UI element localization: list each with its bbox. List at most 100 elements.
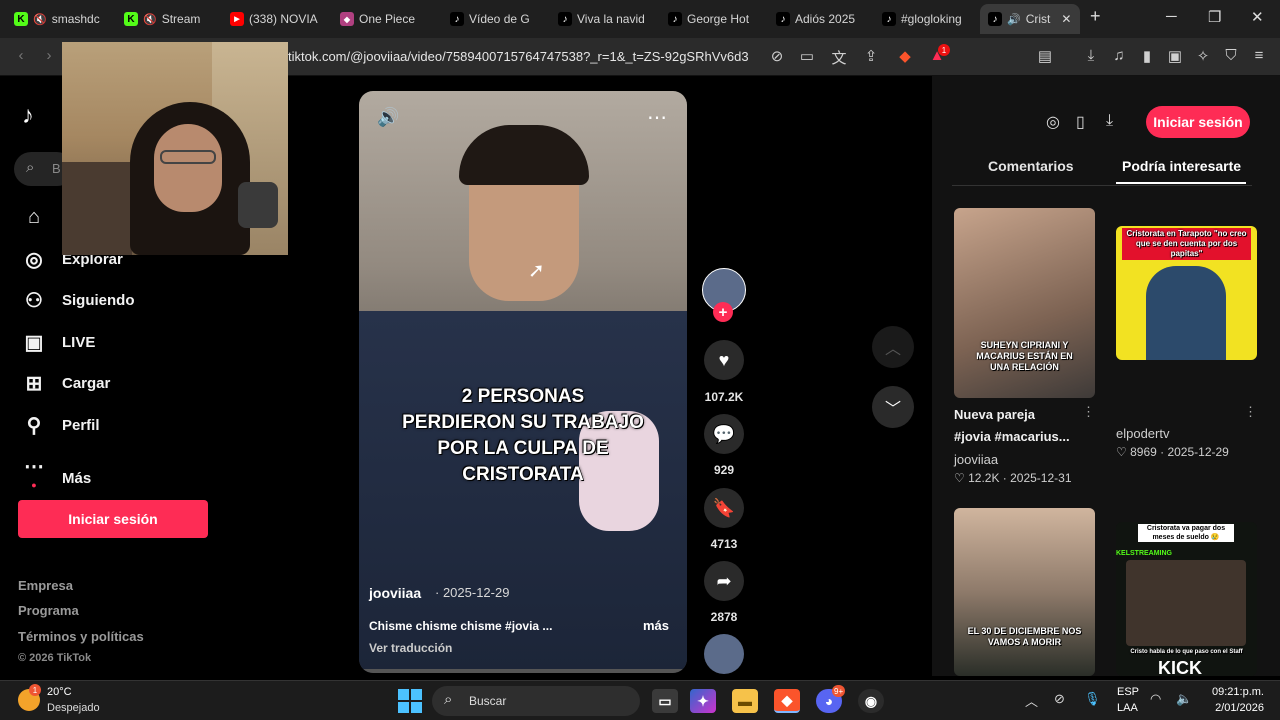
kick-icon: K [14,12,28,26]
share-icon[interactable]: ➦ [704,561,744,601]
leo-ai-icon[interactable]: ✧ [1194,47,1212,65]
cursor-icon: ➚ [528,260,545,282]
video-thumbnail[interactable]: Cristorata va pagar dos meses de sueldo … [1116,522,1257,676]
login-button[interactable]: Iniciar sesión [18,500,208,538]
file-explorer-icon[interactable]: ▬ [732,689,758,713]
microphone-icon[interactable]: 🎙 [1084,691,1101,707]
follow-plus-icon[interactable]: + [713,302,733,322]
tiktok-logo-icon[interactable]: ♪ [22,102,34,130]
browser-tab[interactable]: K 🔇 smashdc [14,4,118,34]
card-author[interactable]: jooviiaa [954,452,998,467]
download-icon[interactable]: ⤓ [1082,47,1100,64]
nav-cargar[interactable]: ⊞ Cargar [22,371,111,396]
previous-video-icon[interactable]: ︿ [872,326,914,368]
speaker-icon[interactable]: 🔈 [1176,691,1192,707]
forward-icon[interactable]: › [40,47,58,64]
card-author[interactable]: elpodertv [1116,426,1169,441]
translate-icon[interactable]: 文 [830,47,848,68]
browser-tab[interactable]: ♪ Adiós 2025 [776,4,872,34]
tab-podria-interesarte[interactable]: Podría interesarte [1122,158,1241,174]
panel-icon[interactable]: ▮ [1138,47,1156,65]
music-icon[interactable]: ♫ [1110,47,1128,64]
browser-tab[interactable]: ◆ One Piece [340,4,440,34]
windows-start-icon[interactable] [398,689,422,713]
card-title[interactable]: #jovia #macarius... [954,426,1070,447]
lang-line1[interactable]: ESP [1117,686,1139,698]
card-more-icon[interactable]: ⋮ [1082,404,1095,420]
nav-label: Más [62,469,92,487]
browser-tab[interactable]: ♪ George Hot [668,4,766,34]
copilot-icon[interactable]: ✦ [690,689,716,713]
url-field[interactable]: tiktok.com/@jooviiaa/video/7589400715764… [288,49,749,64]
browser-tab-active[interactable]: ♪ 🔊 Crist ✕ [980,4,1080,34]
webcam-overlay [62,42,288,255]
taskbar-search[interactable]: ⌕ Buscar [432,686,640,716]
login-button-top[interactable]: Iniciar sesión [1146,106,1250,138]
cast-icon[interactable]: ▭ [798,47,816,65]
tab-title: (338) NOVIA [249,12,318,26]
tab-title: George Hot [687,12,750,26]
network-icon[interactable]: ⊘ [1054,691,1065,707]
wifi-icon[interactable]: ◠ [1150,691,1161,707]
more-link[interactable]: más [643,618,669,633]
nav-mas[interactable]: ⋯● Más [22,454,91,502]
bookmark-icon[interactable]: 🔖 [704,488,744,528]
footer-link[interactable]: Empresa [18,578,73,593]
video-caption-line: PERDIERON SU TRABAJO [402,412,644,433]
video-thumbnail[interactable]: Cristorata en Tarapoto "no creo que se d… [1116,226,1257,360]
translate-link[interactable]: Ver traducción [369,641,452,655]
maximize-icon[interactable]: ❐ [1208,8,1221,26]
next-video-icon[interactable]: ﹀ [872,386,914,428]
nav-live[interactable]: ▣ LIVE [22,330,96,355]
footer-link[interactable]: Términos y políticas [18,629,144,644]
new-tab-icon[interactable]: + [1090,6,1101,27]
clock-time[interactable]: 09:21:p.m. [1206,686,1264,698]
lang-line2[interactable]: LAA [1117,702,1138,714]
video-author[interactable]: jooviiaa [369,585,421,601]
video-player[interactable]: 🔊 ⋯ 2 PERSONAS PERDIERON SU TRABAJO POR … [359,91,687,673]
sound-disc-icon[interactable] [704,634,744,674]
vpn-icon[interactable]: ⛉ [1222,47,1240,64]
browser-tab[interactable]: ♪ Viva la navid [558,4,656,34]
card-title[interactable]: Nueva pareja [954,404,1035,425]
like-icon[interactable]: ♥ [704,340,744,380]
minimize-icon[interactable]: ─ [1166,8,1177,25]
task-view-icon[interactable]: ▭ [652,689,678,713]
browser-tab[interactable]: ♪ #glogloking [882,4,972,34]
nav-perfil[interactable]: ⚲ Perfil [22,413,100,438]
explore-icon[interactable]: ◎ [1046,112,1060,132]
live-icon: ▣ [24,332,44,354]
obs-icon[interactable]: ◉ [858,689,884,713]
nav-siguiendo[interactable]: ⚇ Siguiendo [22,288,134,313]
nav-home[interactable]: ⌂ [22,206,46,229]
browser-tab[interactable]: ▶ (338) NOVIA [230,4,334,34]
more-options-icon[interactable]: ⋯ [647,105,668,130]
video-progress[interactable] [359,669,687,673]
close-tab-icon[interactable]: ✕ [1061,12,1071,26]
wallet-icon[interactable]: ▣ [1166,47,1184,65]
close-window-icon[interactable]: ✕ [1251,8,1264,26]
download-app-icon[interactable]: ⤓ [1106,112,1113,130]
comment-icon[interactable]: 💬 [704,414,744,454]
back-icon[interactable]: ‹ [12,47,30,64]
menu-icon[interactable]: ≡ [1250,47,1268,64]
tab-title: One Piece [359,12,416,26]
video-thumbnail[interactable]: EL 30 DE DICIEMBRE NOS VAMOS A MORIR [954,508,1095,676]
share-icon[interactable]: ⇪ [862,47,880,65]
footer-link[interactable]: Programa [18,603,79,618]
browser-tab[interactable]: ♪ Vídeo de G [450,4,546,34]
sidebar-toggle-icon[interactable]: ▤ [1036,47,1054,65]
clock-date[interactable]: 2/01/2026 [1206,702,1264,714]
like-count: 107.2K [704,390,744,404]
device-icon[interactable]: ▯ [1076,112,1085,132]
video-thumbnail[interactable]: SUHEYN CIPRIANI Y MACARIUS ESTÁN EN UNA … [954,208,1095,398]
no-eye-icon[interactable]: ⊘ [768,47,786,65]
brave-browser-icon[interactable]: ◆ [774,689,800,713]
tab-comentarios[interactable]: Comentarios [988,158,1074,174]
volume-icon[interactable]: 🔊 [377,107,399,128]
show-hidden-icons-icon[interactable]: ︿ [1025,691,1038,710]
brave-shield-icon[interactable]: ◆ [896,47,914,65]
browser-tab[interactable]: K 🔇 Stream [124,4,224,34]
search-icon: ⌕ [26,159,35,176]
card-more-icon[interactable]: ⋮ [1244,404,1257,420]
